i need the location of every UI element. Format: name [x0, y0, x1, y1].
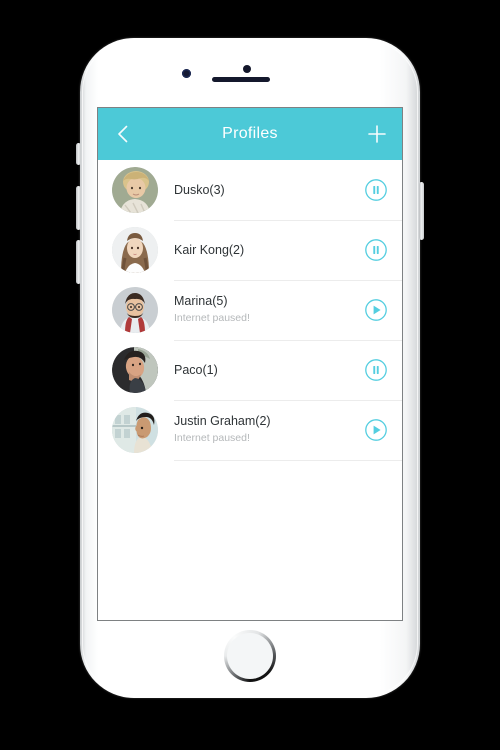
profile-status: Internet paused! [174, 432, 250, 445]
list-item-texts: Kair Kong(2) [158, 242, 364, 259]
app-header: Profiles [98, 108, 402, 160]
list-item[interactable]: Kair Kong(2) [98, 220, 402, 280]
volume-up-button[interactable] [76, 186, 81, 230]
list-item-texts: Dusko(3) [158, 182, 364, 199]
proximity-sensor-icon [243, 65, 251, 73]
pause-button[interactable] [364, 238, 388, 262]
silent-switch[interactable] [76, 143, 81, 165]
profile-name: Kair Kong(2) [174, 242, 245, 257]
phone-screen: Profiles Dusko(3) Kair Kong(2) Marina(5)… [98, 108, 402, 620]
profile-name: Dusko(3) [174, 182, 225, 197]
play-button[interactable] [364, 298, 388, 322]
play-button[interactable] [364, 418, 388, 442]
profile-status: Internet paused! [174, 312, 250, 325]
power-button[interactable] [419, 182, 424, 240]
profiles-list: Dusko(3) Kair Kong(2) Marina(5) Internet… [98, 160, 402, 461]
profile-name: Paco(1) [174, 362, 218, 377]
list-item[interactable]: Dusko(3) [98, 160, 402, 220]
list-item-texts: Paco(1) [158, 362, 364, 379]
list-item[interactable]: Paco(1) [98, 340, 402, 400]
profile-name: Marina(5) [174, 294, 228, 309]
avatar [112, 407, 158, 453]
home-button[interactable] [224, 630, 276, 682]
list-item-texts: Justin Graham(2) Internet paused! [158, 413, 364, 446]
earpiece-speaker [212, 77, 270, 82]
list-item-texts: Marina(5) Internet paused! [158, 293, 364, 326]
pause-button[interactable] [364, 178, 388, 202]
list-item[interactable]: Marina(5) Internet paused! [98, 280, 402, 340]
plus-icon[interactable] [366, 123, 388, 145]
front-camera-icon [182, 69, 191, 78]
avatar [112, 167, 158, 213]
page-title: Profiles [222, 125, 278, 142]
profile-name: Justin Graham(2) [174, 414, 271, 429]
avatar [112, 287, 158, 333]
screenshot-stage: Profiles Dusko(3) Kair Kong(2) Marina(5)… [0, 0, 500, 750]
volume-down-button[interactable] [76, 240, 81, 284]
avatar [112, 227, 158, 273]
avatar [112, 347, 158, 393]
list-item[interactable]: Justin Graham(2) Internet paused! [98, 400, 402, 460]
home-button-face [227, 633, 273, 679]
pause-button[interactable] [364, 358, 388, 382]
